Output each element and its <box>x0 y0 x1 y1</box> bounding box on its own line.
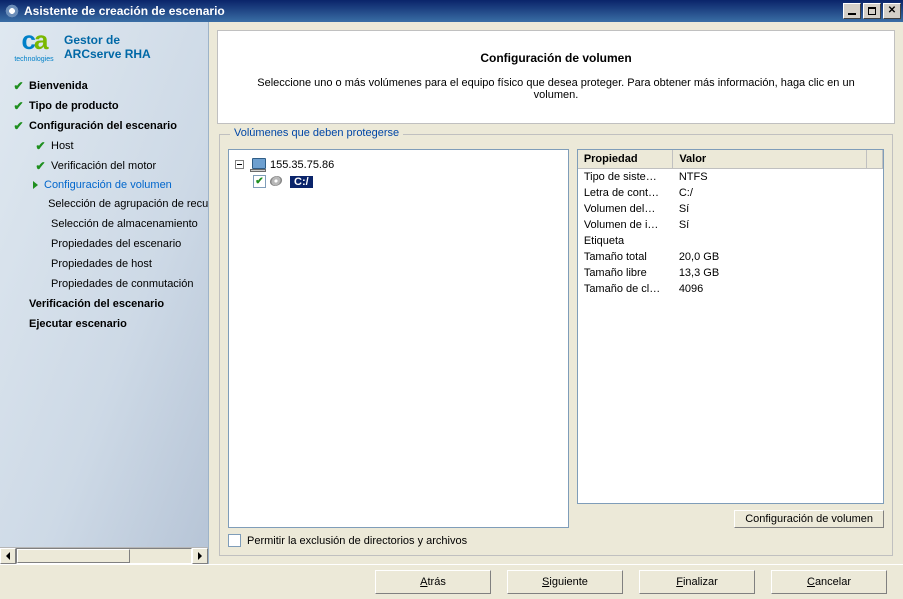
col-propiedad[interactable]: Propiedad <box>578 150 673 169</box>
prop-value: 13,3 GB <box>673 265 867 281</box>
collapse-icon[interactable] <box>235 160 244 169</box>
scroll-left-button[interactable] <box>0 548 16 564</box>
check-icon: ✔ <box>12 99 25 113</box>
host-ip: 155.35.75.86 <box>270 159 334 171</box>
prop-key: Tamaño de cl… <box>578 281 673 297</box>
volume-tree[interactable]: 155.35.75.86 ✔ C:/ <box>228 149 569 528</box>
prop-value: C:/ <box>673 185 867 201</box>
scroll-track[interactable] <box>16 548 192 564</box>
nav-config-escenario[interactable]: ✔Configuración del escenario <box>4 116 208 136</box>
logo: ca technologies <box>10 30 58 64</box>
nav-sel-almacen[interactable]: ✔Selección de almacenamiento <box>4 214 208 234</box>
wizard-footer: Atrás Siguiente Finalizar Cancelar <box>0 564 903 599</box>
nav-prop-conmut[interactable]: ✔Propiedades de conmutación <box>4 274 208 294</box>
exclude-label: Permitir la exclusión de directorios y a… <box>247 535 467 547</box>
properties-pane: Propiedad Valor Tipo de siste…NTFSLetra … <box>577 149 884 504</box>
prop-key: Tamaño libre <box>578 265 673 281</box>
nav-config-volumen[interactable]: Configuración de volumen <box>4 176 208 194</box>
current-step-icon <box>33 181 38 189</box>
nav-ejecutar[interactable]: ✔Ejecutar escenario <box>4 314 208 334</box>
finish-button[interactable]: Finalizar <box>639 570 755 594</box>
check-icon: ✔ <box>34 139 47 153</box>
nav-verif-escenario[interactable]: ✔Verificación del escenario <box>4 294 208 314</box>
title-bar: Asistente de creación de escenario <box>0 0 903 22</box>
back-button[interactable]: Atrás <box>375 570 491 594</box>
drive-label: C:/ <box>290 176 313 188</box>
product-name: Gestor de ARCserve RHA <box>64 33 151 61</box>
prop-value: Sí <box>673 201 867 217</box>
table-row[interactable]: Volumen del…Sí <box>578 201 883 217</box>
nav-prop-host[interactable]: ✔Propiedades de host <box>4 254 208 274</box>
prop-value: NTFS <box>673 169 867 186</box>
content-area: Configuración de volumen Seleccione uno … <box>209 22 903 564</box>
volume-config-button[interactable]: Configuración de volumen <box>734 510 884 528</box>
nav-tipo-producto[interactable]: ✔Tipo de producto <box>4 96 208 116</box>
sidebar-hscrollbar[interactable] <box>0 547 208 564</box>
table-row[interactable]: Etiqueta <box>578 233 883 249</box>
check-icon: ✔ <box>12 79 25 93</box>
properties-table: Propiedad Valor Tipo de siste…NTFSLetra … <box>578 150 883 297</box>
window-title: Asistente de creación de escenario <box>24 4 841 18</box>
drive-checkbox[interactable]: ✔ <box>253 175 266 188</box>
nav-sel-recursos[interactable]: ✔Selección de agrupación de recursos <box>4 194 208 214</box>
check-icon: ✔ <box>34 159 47 173</box>
tree-host-row[interactable]: 155.35.75.86 <box>235 156 562 173</box>
nav-host[interactable]: ✔Host <box>4 136 208 156</box>
close-button[interactable] <box>883 3 901 19</box>
table-row[interactable]: Letra de cont…C:/ <box>578 185 883 201</box>
wizard-nav: ✔Bienvenida ✔Tipo de producto ✔Configura… <box>0 74 208 547</box>
prop-key: Tipo de siste… <box>578 169 673 186</box>
table-row[interactable]: Tipo de siste…NTFS <box>578 169 883 186</box>
next-button[interactable]: Siguiente <box>507 570 623 594</box>
nav-bienvenida[interactable]: ✔Bienvenida <box>4 76 208 96</box>
prop-value: 4096 <box>673 281 867 297</box>
nav-prop-escenario[interactable]: ✔Propiedades del escenario <box>4 234 208 254</box>
check-icon: ✔ <box>12 119 25 133</box>
tree-drive-row[interactable]: ✔ C:/ <box>235 173 562 190</box>
computer-icon <box>250 158 266 172</box>
volumes-groupbox: Volúmenes que deben protegerse 155.35.75… <box>219 134 893 556</box>
cancel-button[interactable]: Cancelar <box>771 570 887 594</box>
prop-key: Letra de cont… <box>578 185 673 201</box>
scroll-right-button[interactable] <box>192 548 208 564</box>
step-header: Configuración de volumen Seleccione uno … <box>217 30 895 124</box>
table-row[interactable]: Volumen de i…Sí <box>578 217 883 233</box>
prop-key: Volumen del… <box>578 201 673 217</box>
brand: ca technologies Gestor de ARCserve RHA <box>0 22 208 74</box>
nav-verif-motor[interactable]: ✔Verificación del motor <box>4 156 208 176</box>
prop-value <box>673 233 867 249</box>
scroll-thumb[interactable] <box>17 549 130 563</box>
drive-icon <box>270 176 286 188</box>
prop-key: Tamaño total <box>578 249 673 265</box>
table-row[interactable]: Tamaño de cl…4096 <box>578 281 883 297</box>
groupbox-legend: Volúmenes que deben protegerse <box>230 127 403 139</box>
minimize-button[interactable] <box>843 3 861 19</box>
step-title: Configuración de volumen <box>238 51 874 65</box>
sidebar: ca technologies Gestor de ARCserve RHA ✔… <box>0 22 209 564</box>
col-spacer <box>867 150 883 169</box>
prop-value: 20,0 GB <box>673 249 867 265</box>
prop-key: Etiqueta <box>578 233 673 249</box>
exclude-checkbox[interactable] <box>228 534 241 547</box>
step-subtitle: Seleccione uno o más volúmenes para el e… <box>238 77 874 101</box>
maximize-button[interactable] <box>863 3 881 19</box>
table-row[interactable]: Tamaño total20,0 GB <box>578 249 883 265</box>
col-valor[interactable]: Valor <box>673 150 867 169</box>
app-icon <box>4 3 20 19</box>
exclude-row: Permitir la exclusión de directorios y a… <box>228 534 884 547</box>
table-row[interactable]: Tamaño libre13,3 GB <box>578 265 883 281</box>
prop-value: Sí <box>673 217 867 233</box>
prop-key: Volumen de i… <box>578 217 673 233</box>
